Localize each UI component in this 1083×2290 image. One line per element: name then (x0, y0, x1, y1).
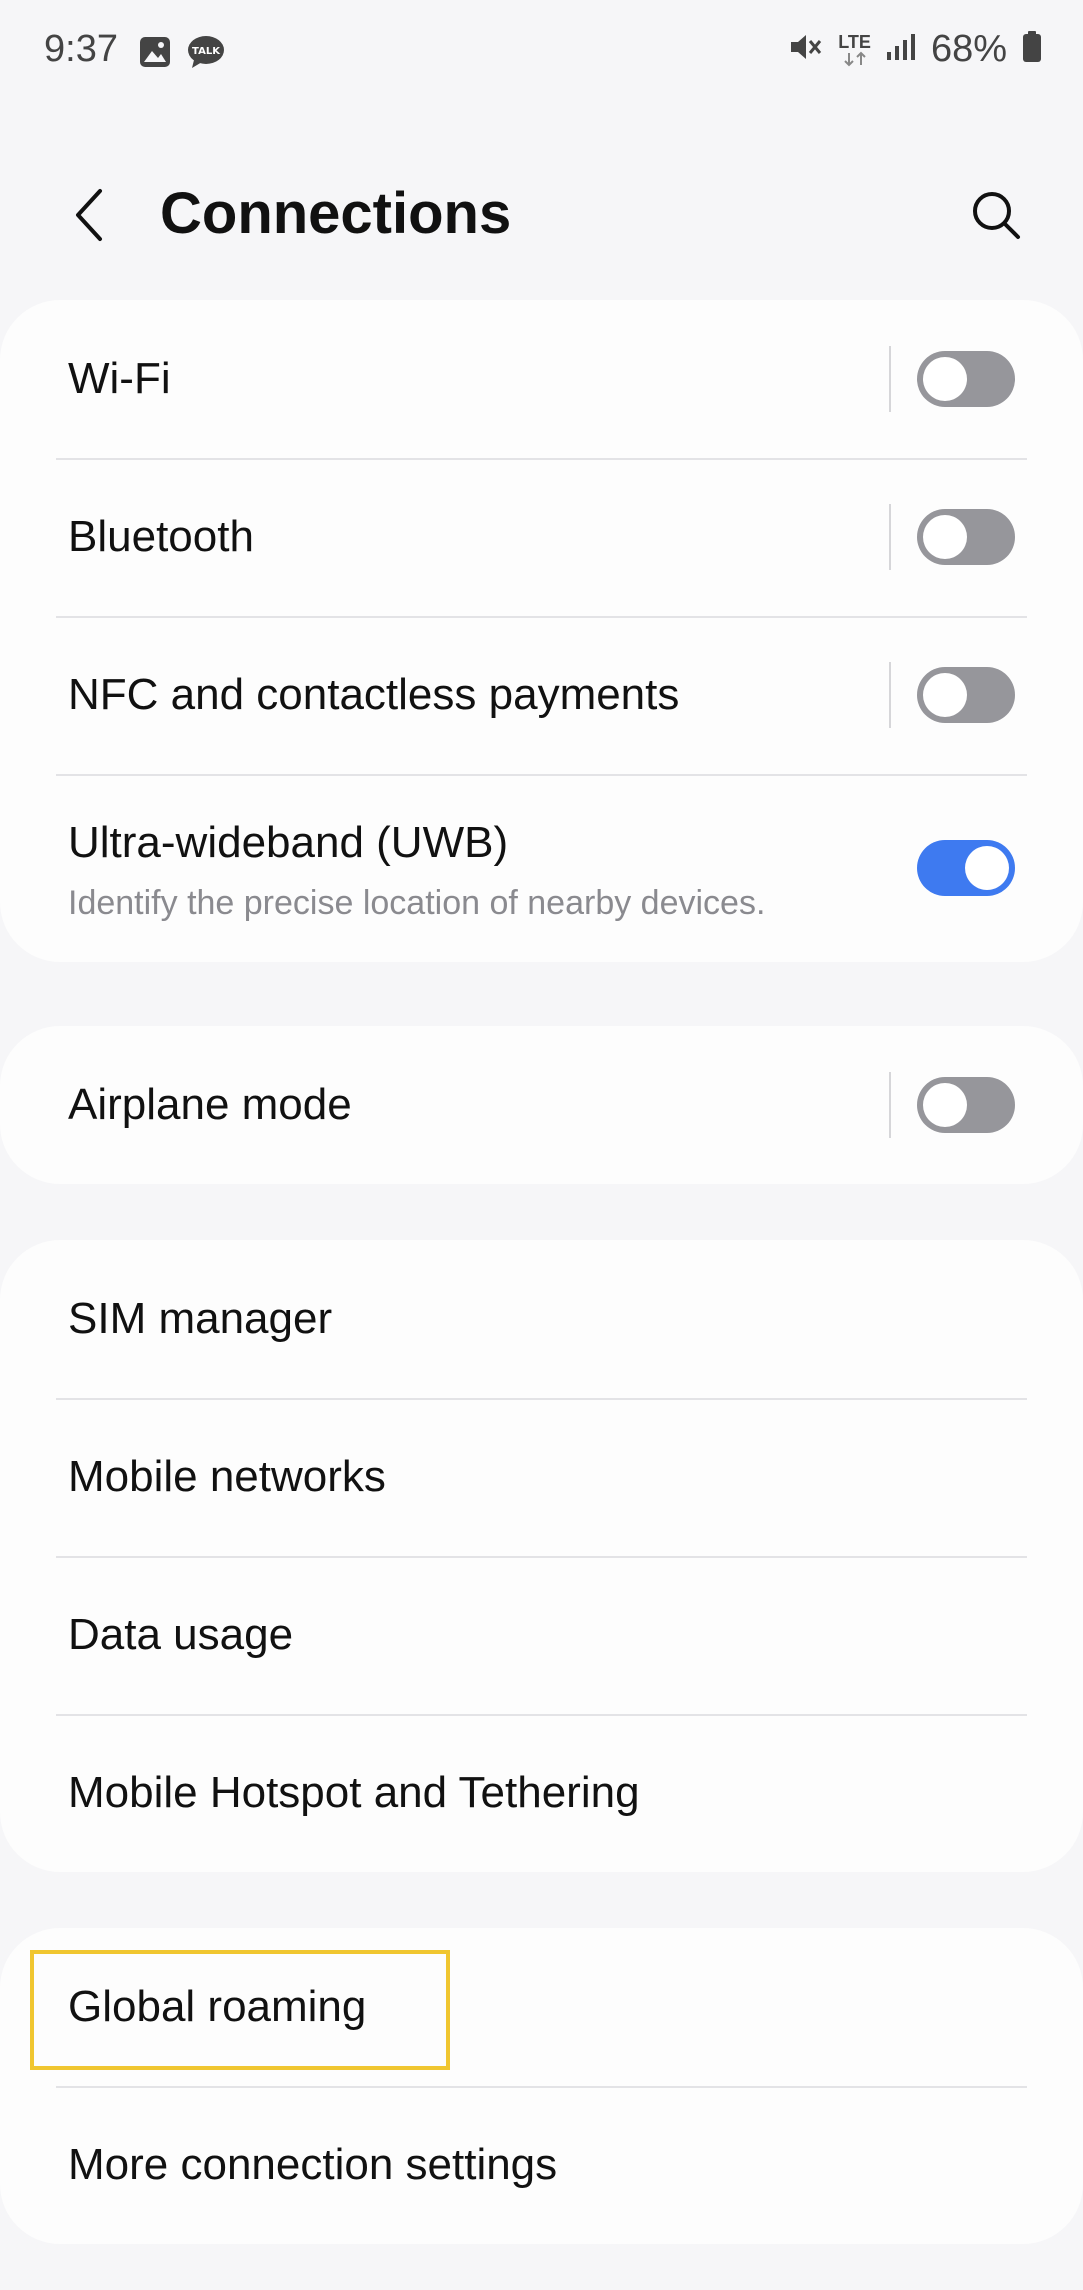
battery-icon (1021, 30, 1043, 69)
app-header: Connections (0, 170, 1083, 260)
wifi-toggle[interactable] (917, 351, 1015, 407)
mobile-card: SIM manager Mobile networks Data usage M… (0, 1240, 1083, 1872)
airplane-mode-label: Airplane mode (68, 1080, 352, 1129)
more-connection-settings-item[interactable]: More connection settings (0, 2086, 1083, 2244)
mobile-networks-label: Mobile networks (68, 1452, 386, 1501)
data-usage-label: Data usage (68, 1610, 294, 1659)
divider (889, 504, 891, 570)
toggle-knob (923, 357, 967, 401)
connectivity-card: Wi-Fi Bluetooth NFC and contactless paym… (0, 300, 1083, 962)
more-connection-settings-label: More connection settings (68, 2140, 558, 2189)
uwb-label: Ultra-wideband (UWB) (68, 818, 509, 867)
signal-icon (885, 32, 917, 67)
airplane-mode-item[interactable]: Airplane mode (0, 1026, 1083, 1184)
toggle-knob (923, 673, 967, 717)
status-bar: 9:37 TALK LTE 68% (0, 0, 1083, 100)
wifi-label: Wi-Fi (68, 354, 171, 403)
talk-icon: TALK (186, 34, 226, 75)
airplane-mode-toggle[interactable] (917, 1077, 1015, 1133)
sim-manager-label: SIM manager (68, 1294, 333, 1343)
divider (889, 1072, 891, 1138)
page-title: Connections (160, 181, 512, 246)
lte-icon: LTE (838, 33, 871, 67)
back-arrow-icon (76, 189, 102, 241)
nfc-item[interactable]: NFC and contactless payments (0, 616, 1083, 774)
wifi-item[interactable]: Wi-Fi (0, 300, 1083, 458)
lte-label: LTE (838, 31, 871, 52)
hotspot-label: Mobile Hotspot and Tethering (68, 1768, 640, 1817)
toggle-knob (965, 846, 1009, 890)
bluetooth-label: Bluetooth (68, 512, 254, 561)
mute-icon (788, 30, 824, 69)
status-system-icons: LTE 68% (788, 28, 1043, 71)
airplane-card: Airplane mode (0, 1026, 1083, 1184)
gallery-icon (138, 35, 172, 74)
search-icon (973, 192, 1020, 239)
uwb-toggle[interactable] (917, 840, 1015, 896)
divider (889, 346, 891, 412)
sim-manager-item[interactable]: SIM manager (0, 1240, 1083, 1398)
divider (889, 662, 891, 728)
nfc-label: NFC and contactless payments (68, 670, 680, 719)
battery-percentage: 68% (930, 28, 1007, 70)
nfc-toggle[interactable] (917, 667, 1015, 723)
data-usage-item[interactable]: Data usage (0, 1556, 1083, 1714)
more-card: Global roaming More connection settings (0, 1928, 1083, 2244)
hotspot-item[interactable]: Mobile Hotspot and Tethering (0, 1714, 1083, 1872)
search-button[interactable] (961, 182, 1031, 248)
back-button[interactable] (60, 182, 120, 248)
uwb-description: Identify the precise location of nearby … (68, 884, 766, 922)
bluetooth-toggle[interactable] (917, 509, 1015, 565)
global-roaming-label: Global roaming (68, 1982, 367, 2031)
mobile-networks-item[interactable]: Mobile networks (0, 1398, 1083, 1556)
bluetooth-item[interactable]: Bluetooth (0, 458, 1083, 616)
global-roaming-item[interactable]: Global roaming (0, 1928, 1083, 2086)
status-notification-icons: TALK (138, 34, 226, 75)
talk-badge: TALK (192, 46, 221, 57)
toggle-knob (923, 1083, 967, 1127)
toggle-knob (923, 515, 967, 559)
uwb-item[interactable]: Ultra-wideband (UWB) Identify the precis… (0, 774, 1083, 962)
status-time: 9:37 (44, 28, 118, 70)
